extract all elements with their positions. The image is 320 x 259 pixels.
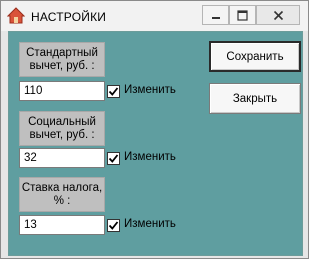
save-button[interactable]: Сохранить xyxy=(209,41,301,72)
checkmark-icon xyxy=(108,87,119,96)
maximize-icon xyxy=(237,9,248,21)
social-deduction-label: Социальный вычет, руб. : xyxy=(19,111,105,146)
social-deduction-input[interactable] xyxy=(19,148,105,168)
standard-deduction-checkbox[interactable] xyxy=(107,85,120,98)
close-button[interactable]: Закрыть xyxy=(209,83,301,114)
maximize-button[interactable] xyxy=(229,5,256,25)
standard-deduction-checkbox-label[interactable]: Изменить xyxy=(124,84,176,96)
title-bar[interactable]: НАСТРОЙКИ xyxy=(1,1,308,31)
social-deduction-checkbox-label[interactable]: Изменить xyxy=(124,151,176,163)
close-icon xyxy=(273,10,283,20)
close-window-button[interactable] xyxy=(256,5,300,25)
house-icon xyxy=(7,7,25,24)
tax-rate-label-text: Ставка налога, % : xyxy=(21,181,103,207)
minimize-button[interactable] xyxy=(202,5,229,25)
tax-rate-input[interactable] xyxy=(19,215,105,235)
settings-window: НАСТРОЙКИ Стандартный вычет, руб. : 110 … xyxy=(0,0,309,259)
social-deduction-label-text: Социальный вычет, руб. : xyxy=(28,115,96,141)
social-deduction-checkbox[interactable] xyxy=(107,152,120,165)
tax-rate-checkbox[interactable] xyxy=(107,219,120,232)
standard-deduction-label: Стандартный вычет, руб. : xyxy=(19,42,105,77)
tax-rate-checkbox-label[interactable]: Изменить xyxy=(124,218,176,230)
tax-rate-label: Ставка налога, % : xyxy=(19,177,105,212)
checkmark-icon xyxy=(108,154,119,163)
window-title: НАСТРОЙКИ xyxy=(31,10,107,24)
checkmark-icon xyxy=(108,221,119,230)
standard-deduction-input[interactable] xyxy=(19,81,105,101)
settings-panel: Стандартный вычет, руб. : Изменить Социа… xyxy=(8,31,303,256)
standard-deduction-label-text: Стандартный вычет, руб. : xyxy=(26,46,98,72)
minimize-icon xyxy=(211,17,220,19)
